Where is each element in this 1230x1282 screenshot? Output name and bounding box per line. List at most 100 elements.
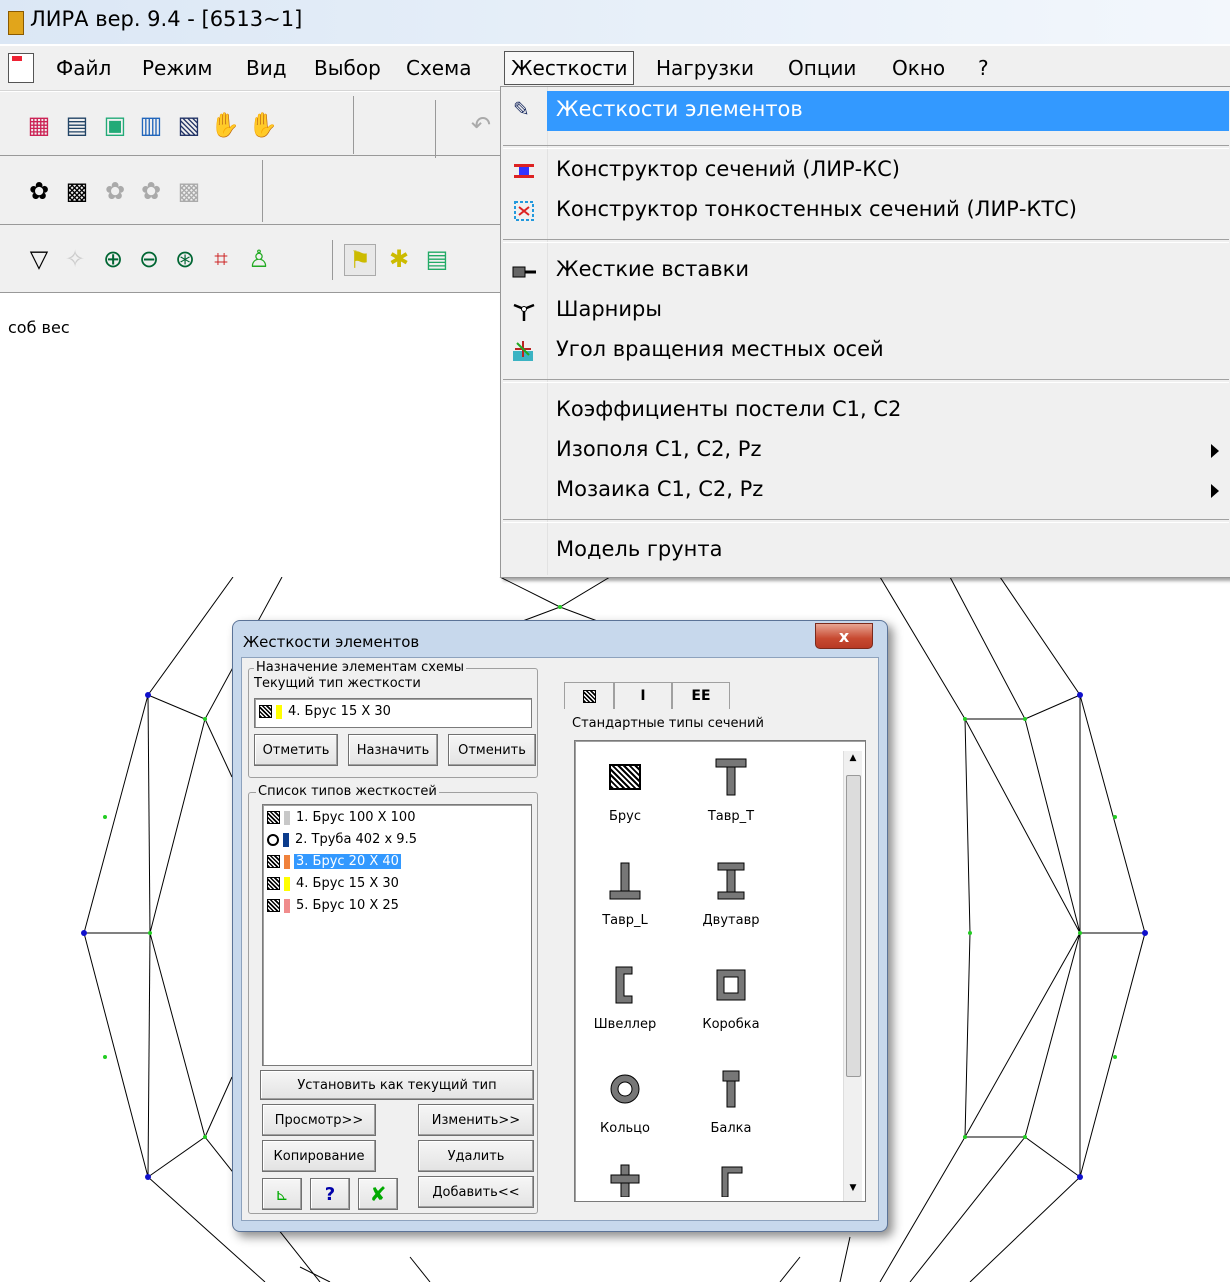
change-button[interactable]: Изменить>>	[418, 1104, 534, 1136]
flag-star-icon[interactable]: ✱	[384, 244, 414, 274]
list-item[interactable]: 5. Брус 10 X 25	[267, 895, 401, 917]
list-item[interactable]: 2. Труба 402 x 9.5	[267, 829, 419, 851]
scroll-down-icon[interactable]: ▼	[846, 1183, 860, 1199]
copy-button[interactable]: Копирование	[262, 1140, 376, 1172]
scroll-thumb[interactable]	[846, 775, 861, 1077]
section-ibeam[interactable]: Двутавр	[681, 855, 781, 928]
list-item-selected[interactable]: 3. Брус 20 X 40	[267, 851, 401, 873]
cancel-assign-button[interactable]: Отменить	[448, 734, 536, 766]
toolbar-separator	[332, 240, 333, 280]
current-type-label: Текущий тип жесткости	[254, 676, 421, 691]
disabled-icon[interactable]: ✧	[60, 244, 90, 274]
list-item[interactable]: 1. Брус 100 X 100	[267, 807, 417, 829]
list-item[interactable]: 4. Брус 15 X 30	[267, 873, 401, 895]
help-button[interactable]: ?	[310, 1178, 350, 1210]
menu-scheme[interactable]: Схема	[402, 54, 475, 82]
delete-button[interactable]: Удалить	[418, 1140, 534, 1172]
support-icon[interactable]: ♙	[244, 244, 274, 274]
toolbar-divider	[0, 155, 500, 156]
add-button[interactable]: Добавить<<	[418, 1176, 534, 1208]
section-angle[interactable]	[681, 1161, 781, 1197]
menu-select[interactable]: Выбор	[310, 54, 385, 82]
menu-separator	[503, 239, 1229, 243]
menu-options[interactable]: Опции	[784, 54, 860, 82]
add-element-icon[interactable]: ▤	[62, 110, 92, 140]
section-channel[interactable]: Швеллер	[575, 959, 675, 1032]
menu-item-element-stiffness[interactable]: Жесткости элементов	[547, 91, 1229, 131]
angle-section-icon	[681, 1161, 781, 1197]
menu-item-hinges[interactable]: Шарниры	[501, 291, 1229, 331]
submenu-arrow-icon	[1211, 444, 1219, 458]
menu-item-thinwall-constructor[interactable]: Конструктор тонкостенных сечений (ЛИР-КТ…	[501, 191, 1229, 231]
menu-loads[interactable]: Нагрузки	[652, 54, 758, 82]
section-tee[interactable]: Тавр_Т	[681, 751, 781, 824]
menu-item-mosaic[interactable]: Мозаика С1, С2, Pz	[501, 471, 1229, 511]
mark-button[interactable]: Отметить	[254, 734, 338, 766]
assign-button[interactable]: Назначить	[348, 734, 438, 766]
scroll-up-icon[interactable]: ▲	[846, 753, 860, 769]
document-icon[interactable]	[8, 53, 34, 83]
flag-icon[interactable]: ⚑	[344, 244, 376, 276]
undo-icon[interactable]: ↶	[466, 110, 496, 140]
menu-item-isofields[interactable]: Изополя С1, С2, Pz	[501, 431, 1229, 471]
solid-icon[interactable]: ▩	[62, 176, 92, 206]
zoom-window-icon[interactable]: ⊛	[170, 244, 200, 274]
menu-help[interactable]: ?	[974, 54, 993, 82]
menu-separator	[503, 145, 1229, 149]
menu-separator	[503, 379, 1229, 383]
disabled-icon[interactable]: ✿	[136, 176, 166, 206]
bar-section-icon	[582, 689, 596, 703]
set-current-type-button[interactable]: Установить как текущий тип	[260, 1070, 534, 1100]
color-swatch	[283, 832, 289, 847]
ring-section-icon	[575, 1063, 675, 1115]
menu-stiffness[interactable]: Жесткости	[504, 51, 635, 85]
stiffness-list[interactable]: 1. Брус 100 X 100 2. Труба 402 x 9.5 3. …	[262, 804, 532, 1066]
section-tee-l[interactable]: Тавр_L	[575, 855, 675, 928]
zoom-in-icon[interactable]: ⊕	[98, 244, 128, 274]
menu-file[interactable]: Файл	[52, 54, 115, 82]
menu-item-soil-model[interactable]: Модель грунта	[501, 531, 1229, 571]
frame-icon[interactable]: ▧	[174, 110, 204, 140]
menu-item-rigid-inserts[interactable]: Жесткие вставки	[501, 251, 1229, 291]
close-button[interactable]: x	[815, 623, 873, 649]
menu-view[interactable]: Вид	[242, 54, 291, 82]
ok-check-icon[interactable]: ✘	[358, 1178, 398, 1210]
menu-item-bed-coefficients[interactable]: Коэффициенты постели С1, С2	[501, 391, 1229, 431]
filter-icon[interactable]: ▽	[24, 244, 54, 274]
view-button[interactable]: Просмотр>>	[262, 1104, 376, 1136]
sections-scrollbar[interactable]: ▲ ▼	[843, 751, 862, 1201]
add-node-icon[interactable]: ▦	[24, 110, 54, 140]
color-swatch	[284, 854, 290, 869]
tab-standard-sections[interactable]	[564, 682, 614, 709]
hinge-icon	[511, 299, 537, 323]
menu-item-axes-rotation[interactable]: Угол вращения местных осей	[501, 331, 1229, 371]
section-box[interactable]: Коробка	[681, 959, 781, 1032]
zoom-out-icon[interactable]: ⊖	[134, 244, 164, 274]
bar-section-icon	[575, 751, 675, 803]
copy-icon[interactable]: ▣	[100, 110, 130, 140]
menu-window[interactable]: Окно	[888, 54, 949, 82]
color-swatch	[284, 876, 290, 891]
section-cross[interactable]	[575, 1161, 675, 1197]
layers-icon[interactable]: ▤	[422, 244, 452, 274]
sections-list[interactable]: Брус Тавр_Т Тавр_L Двутавр Швеллер Короб…	[574, 740, 866, 1202]
tab-steel-sections[interactable]: I	[614, 682, 672, 709]
axes-icon[interactable]: ⊾	[262, 1178, 302, 1210]
hand-icon[interactable]: ✋	[210, 110, 240, 140]
menu-mode[interactable]: Режим	[138, 54, 216, 82]
section-ring[interactable]: Кольцо	[575, 1063, 675, 1136]
disabled-icon[interactable]: ▩	[174, 176, 204, 206]
section-bar[interactable]: Брус	[575, 751, 675, 824]
window-title: ЛИРА вер. 9.4 - [6513~1]	[30, 7, 303, 31]
bar-section-icon	[267, 855, 280, 868]
disabled-icon[interactable]: ✿	[100, 176, 130, 206]
toolbar-separator	[262, 160, 263, 222]
menu-item-section-constructor[interactable]: Конструктор сечений (ЛИР-КС)	[501, 151, 1229, 191]
plates-icon[interactable]: ✿	[24, 176, 54, 206]
section-constructor-icon	[511, 159, 537, 183]
grid-icon[interactable]: ⌗	[206, 244, 236, 274]
text-icon[interactable]: ▥	[136, 110, 166, 140]
disabled-hand-icon[interactable]: ✋	[248, 110, 278, 140]
section-beam[interactable]: Балка	[681, 1063, 781, 1136]
tab-composite-sections[interactable]: EE	[672, 682, 730, 709]
